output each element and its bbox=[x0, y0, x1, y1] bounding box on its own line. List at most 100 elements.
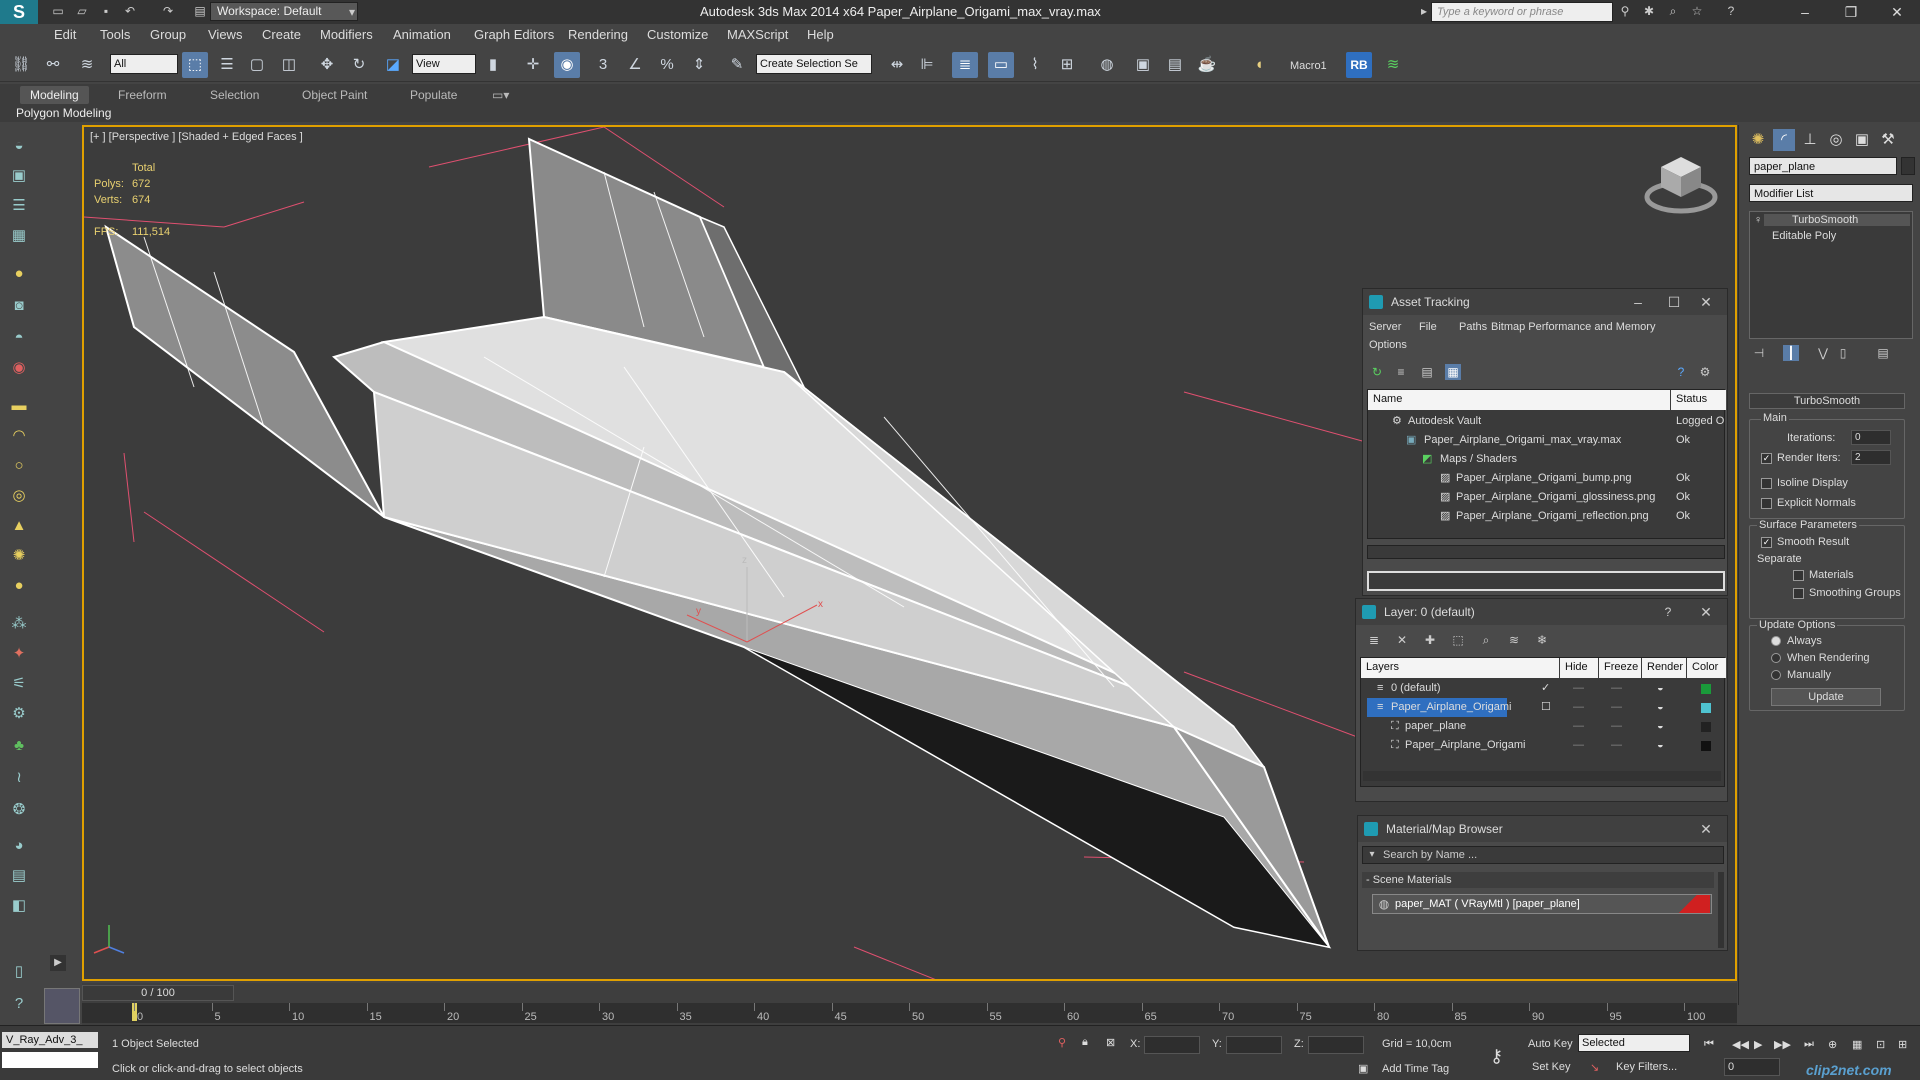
plane-icon[interactable]: ▬ bbox=[6, 394, 32, 418]
search-expand-icon[interactable]: ▸ bbox=[1416, 3, 1432, 19]
chevron-down-icon[interactable]: ▾ bbox=[1364, 847, 1380, 863]
rotate-icon[interactable]: ↻ bbox=[346, 52, 372, 78]
mb-close-button[interactable]: ✕ bbox=[1691, 816, 1721, 842]
at-close-button[interactable]: ✕ bbox=[1691, 289, 1721, 315]
gear-icon[interactable]: ⚙ bbox=[6, 702, 32, 726]
stack-item-editable-poly[interactable]: Editable Poly bbox=[1758, 230, 1836, 242]
x-field[interactable] bbox=[1144, 1036, 1200, 1054]
column-freeze[interactable]: Freeze bbox=[1599, 658, 1641, 678]
table-row[interactable]: ▨ Paper_Airplane_Origami_glossiness.png Ok bbox=[1368, 488, 1724, 507]
select-by-name-icon[interactable]: ☰ bbox=[214, 52, 240, 78]
column-hide[interactable]: Hide bbox=[1560, 658, 1598, 678]
create-layer-icon[interactable]: ≣ bbox=[1366, 632, 1382, 648]
maxscript-input[interactable] bbox=[2, 1052, 98, 1068]
column-status[interactable]: Status bbox=[1671, 390, 1726, 410]
column-layers[interactable]: Layers bbox=[1361, 658, 1559, 678]
pivot-center-icon[interactable]: ▮ bbox=[480, 52, 506, 78]
at-menu-paths[interactable]: Paths bbox=[1459, 321, 1487, 333]
add-time-tag[interactable]: Add Time Tag bbox=[1382, 1063, 1449, 1075]
path-field[interactable] bbox=[1367, 571, 1725, 591]
communication-icon[interactable]: ⌕ bbox=[1665, 3, 1681, 19]
y-field[interactable] bbox=[1226, 1036, 1282, 1054]
app-logo-button[interactable]: S bbox=[0, 0, 38, 24]
help-icon[interactable]: ? bbox=[1723, 3, 1739, 19]
column-color[interactable]: Color bbox=[1687, 658, 1726, 678]
create-tab-icon[interactable]: ✺ bbox=[1747, 129, 1769, 151]
table-view-icon[interactable]: ▦ bbox=[1445, 364, 1461, 380]
configure-sets-icon[interactable]: ▤ bbox=[1875, 345, 1891, 361]
menu-create[interactable]: Create bbox=[262, 27, 301, 42]
teapot-icon[interactable]: ◒ bbox=[1657, 679, 1664, 698]
mini-listener-icon[interactable] bbox=[44, 988, 80, 1024]
pin-stack-icon[interactable]: ⊣ bbox=[1751, 345, 1767, 361]
next-frame-icon[interactable]: ▶▶ bbox=[1774, 1038, 1791, 1051]
cone-icon[interactable]: ▲ bbox=[6, 514, 32, 538]
dome-light-icon[interactable]: ◓ bbox=[6, 326, 32, 350]
lightbulb-icon[interactable]: ♀ bbox=[1754, 214, 1762, 226]
grid-icon[interactable]: ▦ bbox=[6, 224, 32, 248]
show-end-result-icon[interactable]: ┃ bbox=[1783, 345, 1799, 361]
freeze-all-icon[interactable]: ❄ bbox=[1534, 632, 1550, 648]
sphere-icon[interactable]: ○ bbox=[6, 454, 32, 478]
minimize-button[interactable]: – bbox=[1782, 0, 1828, 24]
auto-key-button[interactable]: Auto Key bbox=[1528, 1038, 1573, 1050]
delete-layer-icon[interactable]: ✕ bbox=[1394, 632, 1410, 648]
set-key-button[interactable]: Set Key bbox=[1532, 1061, 1571, 1073]
key-filters-button[interactable]: Key Filters... bbox=[1616, 1061, 1677, 1073]
table-row[interactable]: ▨ Paper_Airplane_Origami_reflection.png Ok bbox=[1368, 507, 1724, 526]
rect-selection-icon[interactable]: ▢ bbox=[244, 52, 270, 78]
manually-radio[interactable] bbox=[1771, 670, 1781, 680]
torus-icon[interactable]: ◎ bbox=[6, 484, 32, 508]
bulb-icon[interactable]: ● bbox=[6, 262, 32, 286]
zoom-extents-icon[interactable]: ⊡ bbox=[1876, 1038, 1885, 1051]
menu-modifiers[interactable]: Modifiers bbox=[320, 27, 373, 42]
time-tag-icon[interactable]: ▣ bbox=[1358, 1062, 1368, 1075]
named-selection-set-dropdown[interactable]: Create Selection Se bbox=[756, 54, 872, 74]
time-slider[interactable]: 0 / 100 bbox=[82, 985, 234, 1001]
plant-icon[interactable]: ♣ bbox=[6, 734, 32, 758]
modify-tab-icon[interactable]: ◜ bbox=[1773, 129, 1795, 151]
layer-explorer-icon[interactable]: ≣ bbox=[952, 52, 978, 78]
close-button[interactable]: ✕ bbox=[1874, 0, 1920, 24]
detail-view-icon[interactable]: ▤ bbox=[1419, 364, 1435, 380]
macro-icon[interactable]: ◖ bbox=[1246, 52, 1272, 78]
tab-freeform[interactable]: Freeform bbox=[108, 86, 177, 104]
align-icon[interactable]: ⊫ bbox=[914, 52, 940, 78]
render-production-icon[interactable]: ☕ bbox=[1194, 52, 1220, 78]
maxscript-listener[interactable]: V_Ray_Adv_3_ bbox=[2, 1032, 98, 1048]
expand-viewport-icon[interactable]: ▶ bbox=[50, 955, 66, 971]
at-maximize-button[interactable]: ☐ bbox=[1659, 289, 1689, 315]
at-minimize-button[interactable]: – bbox=[1623, 289, 1653, 315]
tab-object-paint[interactable]: Object Paint bbox=[292, 86, 377, 104]
ribbon-options-icon[interactable]: ▭▾ bbox=[482, 86, 519, 104]
hierarchy-tab-icon[interactable]: ⊥ bbox=[1799, 129, 1821, 151]
reference-coordinate-dropdown[interactable]: View bbox=[412, 54, 476, 74]
material-editor-icon[interactable]: ◍ bbox=[1094, 52, 1120, 78]
particles-icon[interactable]: ⁂ bbox=[6, 612, 32, 636]
schematic-view-icon[interactable]: ⊞ bbox=[1054, 52, 1080, 78]
project-folder-icon[interactable]: ▤ bbox=[192, 3, 208, 19]
motion-tab-icon[interactable]: ◎ bbox=[1825, 129, 1847, 151]
rig-icon[interactable]: ⚟ bbox=[6, 672, 32, 696]
iterations-spinner[interactable]: 0 bbox=[1851, 430, 1891, 445]
image-icon[interactable]: ▣ bbox=[6, 164, 32, 188]
layer-row[interactable]: ⛶ Paper_Airplane_Origami — — ◒ bbox=[1361, 736, 1724, 755]
play-icon[interactable]: ▶ bbox=[1754, 1038, 1762, 1051]
restore-button[interactable]: ❐ bbox=[1828, 0, 1874, 24]
explicit-normals-checkbox[interactable] bbox=[1761, 498, 1772, 509]
scale-icon[interactable]: ◪ bbox=[380, 52, 406, 78]
layer-help-button[interactable]: ? bbox=[1653, 599, 1683, 625]
add-to-layer-icon[interactable]: ✚ bbox=[1422, 632, 1438, 648]
spinner-snap-icon[interactable]: ⇕ bbox=[686, 52, 712, 78]
selection-filter-dropdown[interactable]: All bbox=[110, 54, 178, 74]
menu-rendering[interactable]: Rendering bbox=[568, 27, 628, 42]
refresh-icon[interactable]: ↻ bbox=[1369, 364, 1385, 380]
snaps-toggle-icon[interactable]: 3 bbox=[590, 52, 616, 78]
smooth-result-checkbox[interactable]: ✓ bbox=[1761, 537, 1772, 548]
undo-icon[interactable]: ↶ bbox=[122, 3, 138, 19]
object-name-field[interactable]: paper_plane bbox=[1749, 157, 1897, 175]
make-unique-icon[interactable]: ⋁ bbox=[1815, 345, 1831, 361]
percent-snap-icon[interactable]: % bbox=[654, 52, 680, 78]
goto-start-icon[interactable]: ⏮ bbox=[1704, 1038, 1714, 1051]
utilities-tab-icon[interactable]: ⚒ bbox=[1877, 129, 1899, 151]
